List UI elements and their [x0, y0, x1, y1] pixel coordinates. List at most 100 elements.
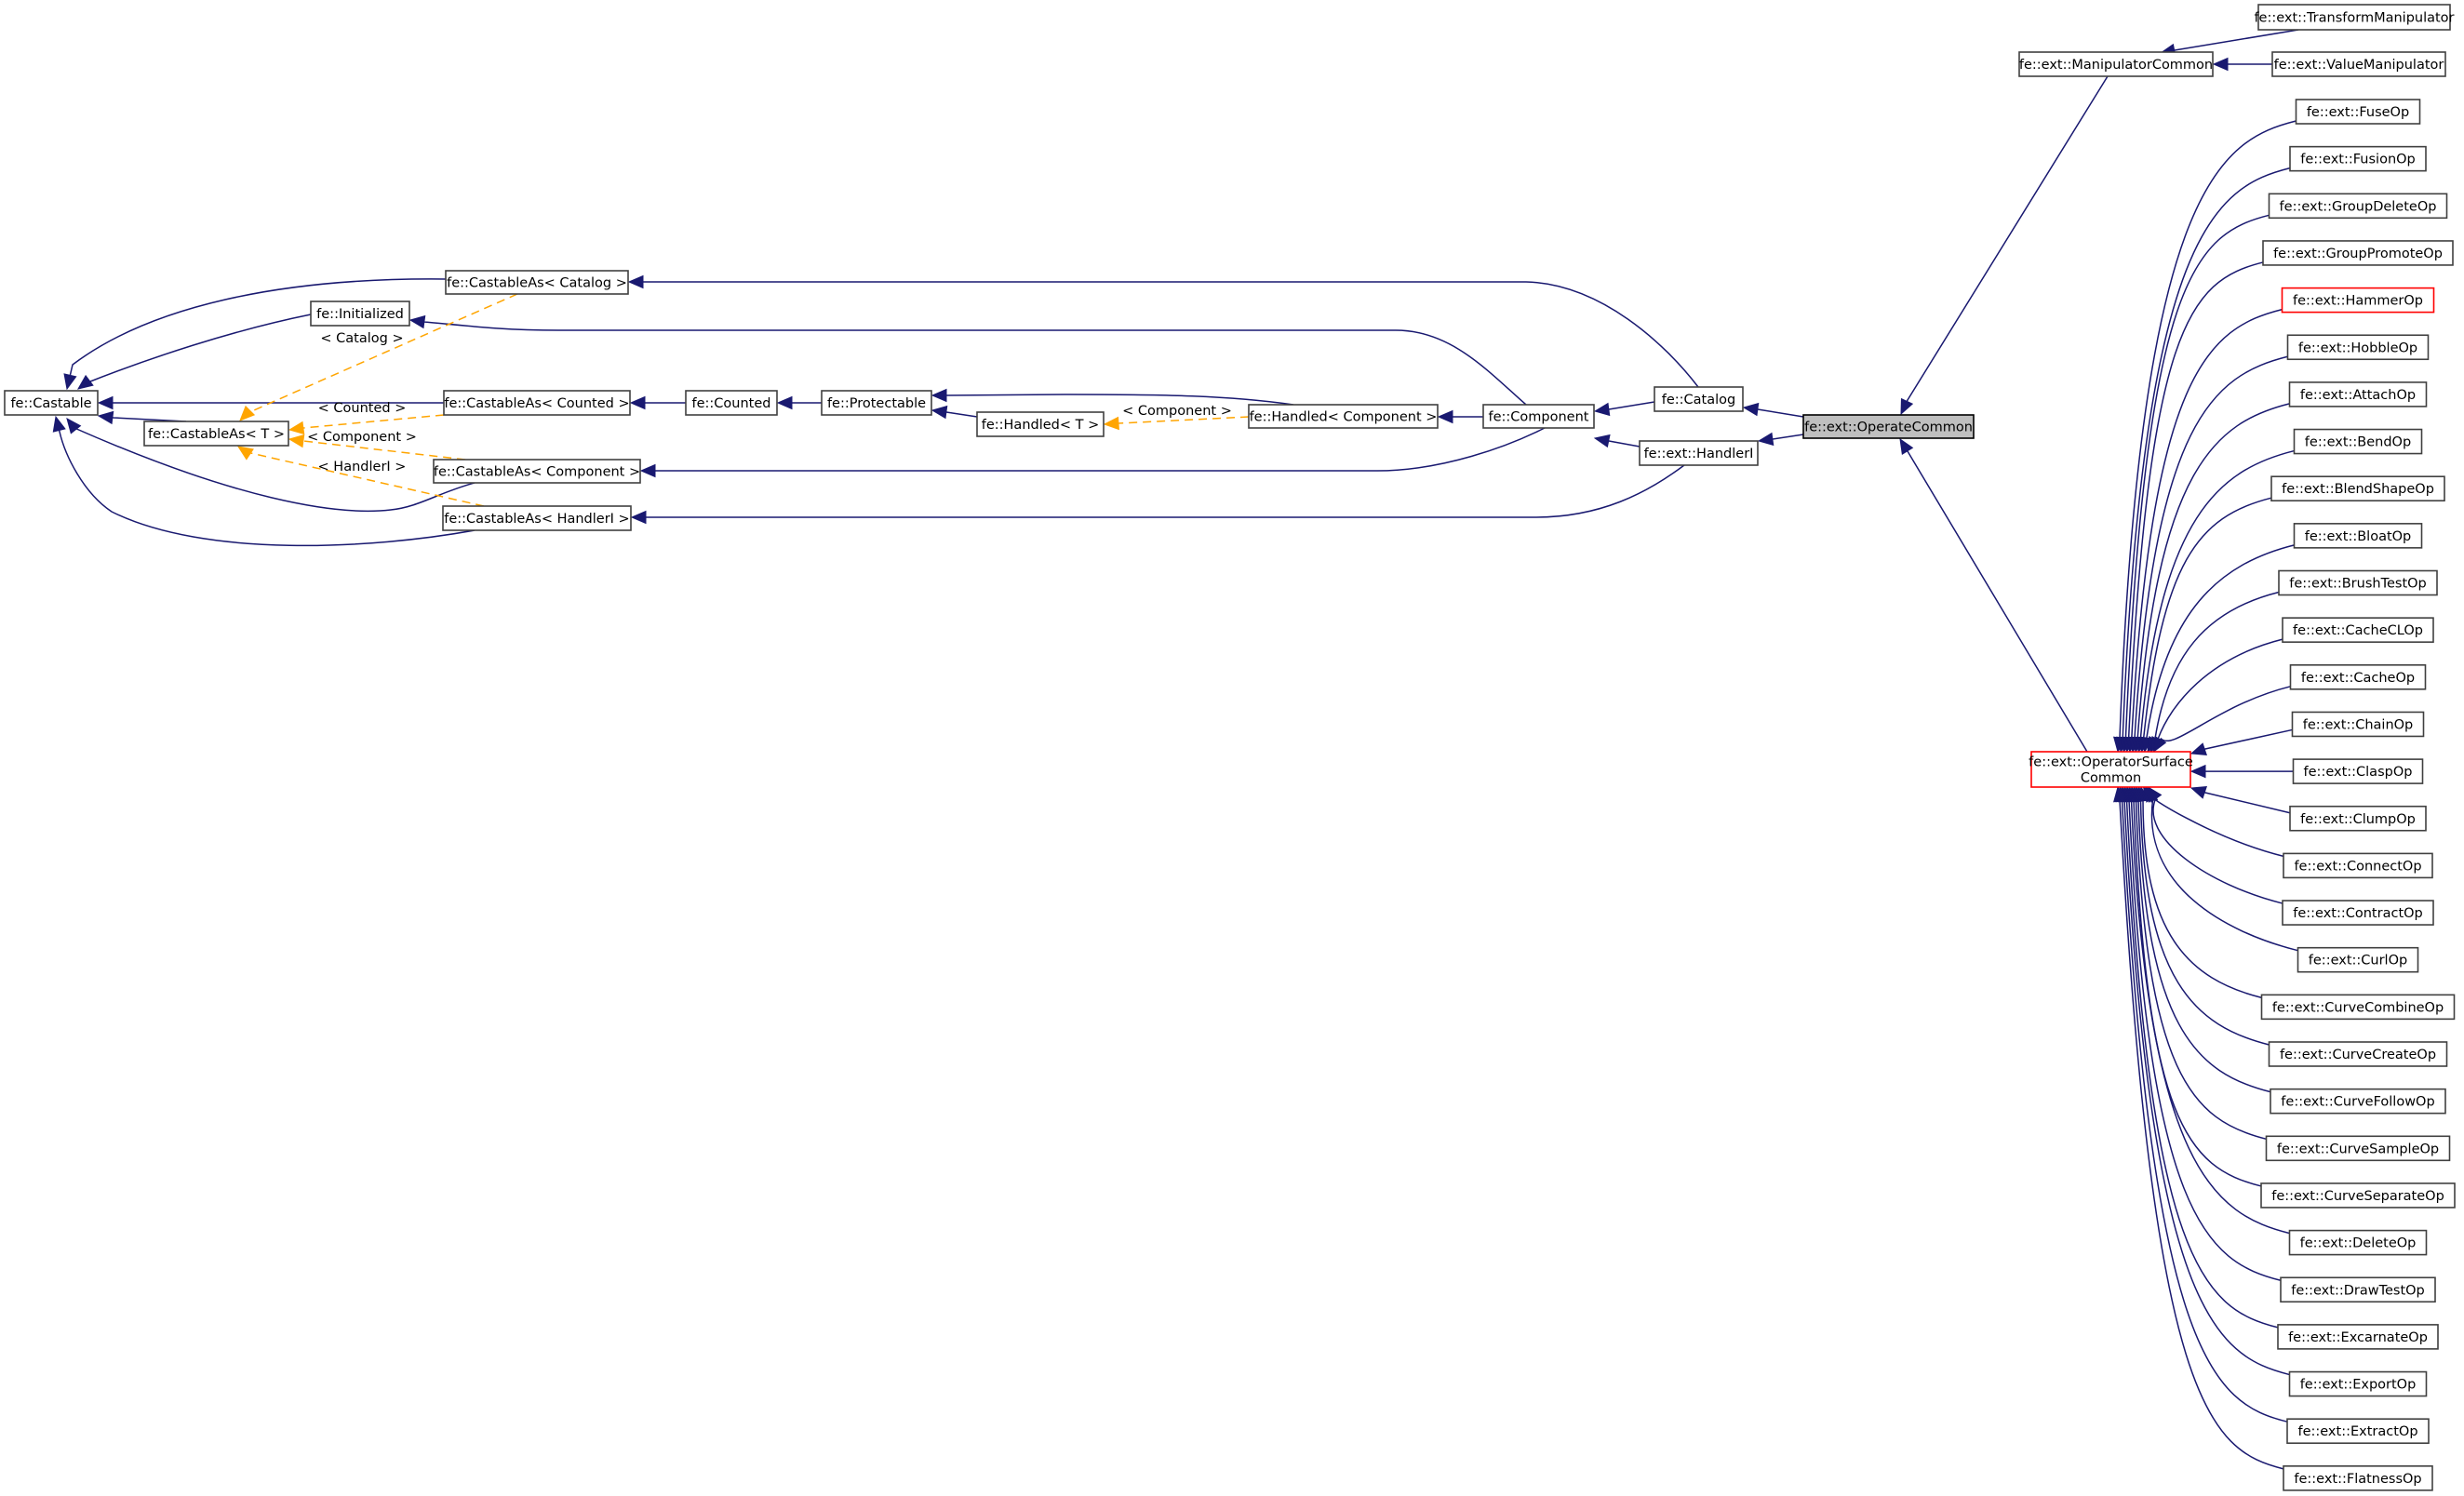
node-op-excarnateop[interactable]: fe::ext::ExcarnateOp: [2277, 1324, 2439, 1350]
node-op-curvefollowop[interactable]: fe::ext::CurveFollowOp: [2270, 1088, 2446, 1115]
inheritance-edge: [1906, 75, 2109, 402]
arrowhead-icon: [2152, 735, 2167, 754]
node-label: fe::ext::CurveSampleOp: [2277, 1142, 2439, 1156]
node-op-curvecombineop[interactable]: fe::ext::CurveCombineOp: [2260, 994, 2456, 1021]
op-edge: [2123, 799, 2290, 1376]
node-op-attachop[interactable]: fe::ext::AttachOp: [2288, 381, 2428, 407]
node-label: fe::ext::ContractOp: [2293, 906, 2423, 921]
edges-layer: [52, 29, 2299, 1470]
arrowhead-icon: [97, 410, 114, 425]
node-label: fe::ext::CurveCombineOp: [2272, 1000, 2444, 1015]
node-handled-component[interactable]: fe::Handled< Component >: [1248, 404, 1439, 429]
op-edge: [2133, 799, 2262, 1187]
arrowhead-icon: [776, 395, 793, 410]
node-label: fe::ext::AttachOp: [2300, 388, 2416, 403]
node-handleri[interactable]: fe::ext::HandlerI: [1639, 440, 1759, 466]
node-castable-as-catalog[interactable]: fe::CastableAs< Catalog >: [445, 270, 629, 295]
arrowhead-icon: [931, 388, 947, 403]
node-op-curlop[interactable]: fe::ext::CurlOp: [2297, 946, 2419, 973]
node-op-connectop[interactable]: fe::ext::ConnectOp: [2283, 852, 2433, 879]
node-label: fe::ext::CurveCreateOp: [2280, 1048, 2436, 1062]
node-castable-as-handleri[interactable]: fe::CastableAs< HandlerI >: [442, 505, 632, 531]
node-op-brushtestop[interactable]: fe::ext::BrushTestOp: [2278, 569, 2438, 596]
node-op-clumpop[interactable]: fe::ext::ClumpOp: [2289, 805, 2427, 832]
node-op-chainop[interactable]: fe::ext::ChainOp: [2291, 711, 2425, 738]
node-operator-surface-common[interactable]: fe::ext::OperatorSurfaceCommon: [2029, 751, 2193, 788]
node-catalog[interactable]: fe::Catalog: [1654, 386, 1744, 412]
node-op-fusionop[interactable]: fe::ext::FusionOp: [2289, 145, 2427, 172]
node-manipulator-common[interactable]: fe::ext::ManipulatorCommon: [2018, 51, 2214, 77]
arrowhead-icon: [63, 373, 77, 391]
node-label: fe::ext::BrushTestOp: [2289, 577, 2427, 592]
node-handled-t[interactable]: fe::Handled< T >: [976, 411, 1105, 437]
node-op-hammerop[interactable]: fe::ext::HammerOp: [2281, 287, 2435, 314]
node-component[interactable]: fe::Component: [1482, 404, 1595, 429]
node-initialized[interactable]: fe::Initialized: [310, 301, 410, 327]
node-op-bendop[interactable]: fe::ext::BendOp: [2293, 428, 2423, 455]
node-label: fe::ext::DrawTestOp: [2291, 1283, 2425, 1298]
node-counted[interactable]: fe::Counted: [685, 390, 778, 416]
arrowhead-icon: [239, 405, 256, 421]
node-op-hobbleop[interactable]: fe::ext::HobbleOp: [2286, 334, 2430, 361]
node-op-bloatop[interactable]: fe::ext::BloatOp: [2293, 523, 2423, 549]
node-label: fe::ext::ExportOp: [2300, 1378, 2417, 1393]
node-operate-common[interactable]: fe::ext::OperateCommon: [1802, 414, 1975, 439]
node-label: fe::ext::FusionOp: [2300, 153, 2416, 167]
op-edge: [2121, 799, 2288, 1423]
node-label: fe::ext::CurveSeparateOp: [2271, 1189, 2444, 1204]
node-op-contractop[interactable]: fe::ext::ContractOp: [2282, 900, 2434, 926]
inheritance-edge: [1757, 408, 1804, 418]
node-op-claspop[interactable]: fe::ext::ClaspOp: [2292, 758, 2424, 784]
op-edge: [2139, 799, 2270, 1046]
arrowhead-icon: [1899, 437, 1914, 456]
node-label: fe::CastableAs< HandlerI >: [444, 512, 629, 527]
node-label: fe::ext::ChainOp: [2303, 717, 2414, 732]
node-op-extractop[interactable]: fe::ext::ExtractOp: [2286, 1418, 2430, 1444]
node-op-deleteop[interactable]: fe::ext::DeleteOp: [2288, 1229, 2428, 1256]
node-label: fe::ext::CacheOp: [2301, 671, 2415, 686]
inheritance-edge: [1608, 401, 1655, 410]
node-label: fe::Protectable: [827, 396, 926, 411]
node-value-manipulator[interactable]: fe::ext::ValueManipulator: [2271, 51, 2446, 77]
arrowhead-icon: [639, 463, 656, 478]
node-castable[interactable]: fe::Castable: [4, 390, 99, 416]
node-label: fe::CastableAs< Catalog >: [447, 276, 627, 291]
inheritance-edge: [945, 411, 978, 418]
inheritance-edge: [1608, 440, 1640, 447]
node-op-grouppromoteop[interactable]: fe::ext::GroupPromoteOp: [2262, 240, 2454, 266]
arrowhead-icon: [66, 418, 82, 434]
node-op-curvesampleop[interactable]: fe::ext::CurveSampleOp: [2265, 1135, 2451, 1162]
node-label: fe::ext::CurveFollowOp: [2281, 1095, 2434, 1110]
node-op-groupdeleteop[interactable]: fe::ext::GroupDeleteOp: [2268, 193, 2448, 220]
node-castable-as-t[interactable]: fe::CastableAs< T >: [143, 421, 289, 447]
template-label-counted: < Counted >: [318, 401, 407, 416]
node-label: fe::ext::ExtractOp: [2297, 1424, 2417, 1439]
op-edge: [2134, 355, 2288, 740]
node-label: fe::ext::ManipulatorCommon: [2019, 58, 2213, 73]
arrowhead-icon: [1437, 409, 1453, 424]
node-castable-as-component[interactable]: fe::CastableAs< Component >: [433, 459, 641, 484]
node-castable-as-counted[interactable]: fe::CastableAs< Counted >: [443, 390, 631, 416]
node-label: fe::ext::HobbleOp: [2298, 341, 2417, 355]
arrowhead-icon: [630, 510, 647, 525]
node-op-fuseop[interactable]: fe::ext::FuseOp: [2295, 99, 2421, 125]
node-op-cacheop[interactable]: fe::ext::CacheOp: [2289, 663, 2427, 690]
arrowhead-icon: [97, 395, 114, 410]
node-op-exportop[interactable]: fe::ext::ExportOp: [2288, 1370, 2428, 1397]
node-op-cacheclop[interactable]: fe::ext::CacheCLOp: [2282, 617, 2434, 643]
node-op-blendshapeop[interactable]: fe::ext::BlendShapeOp: [2270, 475, 2445, 502]
node-label: fe::CastableAs< Counted >: [444, 396, 629, 411]
template-label-catalog: < Catalog >: [320, 331, 403, 346]
arrowhead-icon: [627, 274, 644, 289]
inheritance-edge: [302, 414, 445, 429]
node-label: fe::ext::ClaspOp: [2304, 765, 2413, 780]
arrowhead-icon: [76, 374, 94, 390]
op-edge: [2125, 799, 2279, 1329]
inheritance-edge: [643, 281, 1699, 388]
node-op-flatnessop[interactable]: fe::ext::FlatnessOp: [2283, 1465, 2433, 1491]
node-op-drawtestop[interactable]: fe::ext::DrawTestOp: [2280, 1276, 2436, 1303]
node-op-curveseparateop[interactable]: fe::ext::CurveSeparateOp: [2260, 1182, 2456, 1209]
node-op-curvecreateop[interactable]: fe::ext::CurveCreateOp: [2268, 1041, 2448, 1067]
node-transform-manipulator[interactable]: fe::ext::TransformManipulator: [2254, 4, 2455, 31]
node-protectable[interactable]: fe::Protectable: [821, 390, 932, 416]
